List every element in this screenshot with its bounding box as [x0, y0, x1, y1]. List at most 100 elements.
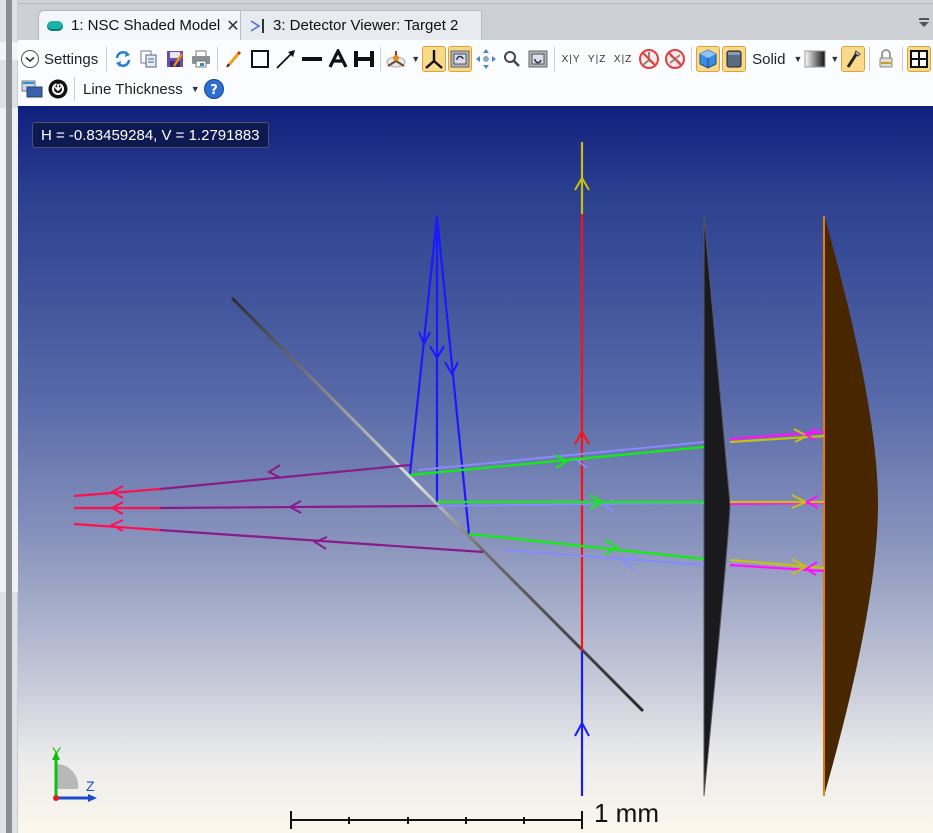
- rotate-axes-icon: [386, 51, 406, 68]
- hide-rays-button[interactable]: [637, 46, 661, 72]
- toolbar-row-2: Line Thickness ▼ ?: [18, 74, 227, 104]
- axis-x-dot: [53, 795, 59, 801]
- shaded-render-toggle[interactable]: [696, 46, 721, 72]
- draw-text-button[interactable]: [326, 46, 350, 72]
- view-yz-button[interactable]: Y|Z: [585, 46, 609, 72]
- view-xy-button[interactable]: X|Y: [559, 46, 583, 72]
- ray-purple-upper: [159, 463, 411, 491]
- tab-label: 3: Detector Viewer: Target 2: [273, 17, 459, 34]
- line-thickness-label: Line Thickness: [83, 80, 183, 98]
- dark-lens: [703, 214, 731, 797]
- ray-arrow: [604, 539, 619, 556]
- splitter-handle[interactable]: [6, 0, 12, 833]
- tab-overflow-menu-icon[interactable]: [919, 18, 929, 28]
- cube-icon: [699, 49, 717, 69]
- shaded-model-viewport[interactable]: H = -0.83459284, V = 1.2791883 Y Z 1 mm: [18, 106, 933, 833]
- ray-lightblue-mid: [436, 502, 705, 507]
- ray-arrow: [266, 464, 282, 479]
- tab-nsc-shaded-model[interactable]: 1: NSC Shaded Model ✕: [38, 10, 260, 40]
- help-icon: ?: [203, 79, 224, 99]
- auto-update-button[interactable]: [46, 76, 70, 102]
- help-button[interactable]: ?: [202, 76, 226, 102]
- fit-window-icon: [910, 50, 929, 68]
- arrow-icon: [276, 50, 296, 69]
- draw-line-button[interactable]: [300, 46, 324, 72]
- chevron-down-icon: ▼: [793, 54, 803, 64]
- axis-label-z: Z: [86, 778, 95, 794]
- settings-label: Settings: [44, 50, 99, 68]
- hide-lens-button[interactable]: [663, 46, 687, 72]
- tab-label: 1: NSC Shaded Model: [71, 17, 221, 34]
- view-xy-label: X|Y: [561, 53, 581, 65]
- toolbar-separator: [380, 47, 382, 71]
- toolbar-separator: [691, 47, 693, 71]
- draw-dimension-button[interactable]: [352, 46, 376, 72]
- pan-icon: [476, 49, 497, 69]
- line-thickness-dropdown[interactable]: Line Thickness ▼: [79, 76, 200, 102]
- ray-arrow: [109, 519, 124, 532]
- pencil-icon: [226, 50, 242, 68]
- close-icon[interactable]: ✕: [226, 16, 239, 35]
- render-mode-dropdown[interactable]: Solid ▼: [748, 46, 802, 72]
- fit-window-toggle[interactable]: [907, 46, 932, 72]
- color-gradient-dropdown[interactable]: ▼: [804, 46, 839, 72]
- square-icon: [726, 50, 742, 68]
- zoom-button[interactable]: [500, 46, 524, 72]
- hide-lens-icon: [665, 49, 686, 69]
- lighting-toggle[interactable]: [841, 46, 866, 72]
- background-toggle[interactable]: [722, 46, 747, 72]
- copy-button[interactable]: [137, 46, 161, 72]
- detector-viewer-icon: [250, 18, 264, 33]
- view-xz-button[interactable]: X|Z: [611, 46, 635, 72]
- print-icon: [192, 50, 211, 68]
- rotate-view-toggle[interactable]: [448, 46, 473, 72]
- ray-purple-lower: [159, 528, 484, 554]
- svg-text:?: ?: [210, 83, 218, 98]
- nsc-shaded-model-icon: [47, 20, 63, 31]
- coordinate-readout: H = -0.83459284, V = 1.2791883: [32, 122, 269, 148]
- tab-bar: 1: NSC Shaded Model ✕ 3: Detector Viewer…: [18, 4, 933, 40]
- draw-arrow-button[interactable]: [274, 46, 298, 72]
- reset-view-icon: [528, 50, 548, 68]
- axis-z-arrow: [88, 794, 97, 802]
- save-icon: [167, 51, 184, 67]
- render-mode-label: Solid: [752, 50, 786, 68]
- draw-rectangle-button[interactable]: [248, 46, 272, 72]
- show-axes-toggle[interactable]: [422, 46, 447, 72]
- reset-view-button[interactable]: [526, 46, 550, 72]
- copy-icon: [140, 50, 157, 68]
- optical-scene: [52, 142, 878, 829]
- hide-rays-icon: [639, 49, 660, 69]
- ray-arrow: [804, 561, 818, 576]
- toolbar-separator: [869, 47, 871, 71]
- line-icon: [302, 57, 323, 61]
- toolbar-separator: [74, 77, 75, 101]
- scale-bar-label: 1 mm: [594, 798, 659, 828]
- window-layout-button[interactable]: [20, 76, 44, 102]
- lock-button[interactable]: [874, 46, 898, 72]
- view-xz-label: X|Z: [613, 53, 633, 65]
- refresh-button[interactable]: [111, 46, 135, 72]
- chevron-down-icon: ▼: [190, 84, 200, 94]
- chevron-down-icon: ▼: [411, 54, 421, 64]
- axis-label-y: Y: [52, 744, 62, 760]
- window-layout-icon: [21, 80, 43, 98]
- ray-purple-mid: [159, 504, 438, 510]
- lock-icon: [879, 49, 893, 68]
- toolbar-separator: [217, 47, 219, 71]
- print-button[interactable]: [189, 46, 213, 72]
- tab-detector-viewer[interactable]: 3: Detector Viewer: Target 2: [240, 10, 482, 40]
- gradient-icon: [804, 50, 826, 68]
- axes-icon: [425, 50, 443, 69]
- settings-button[interactable]: Settings: [20, 46, 102, 72]
- brown-lens: [824, 215, 878, 796]
- axis-triad-arc: [56, 763, 79, 789]
- rotate-axes-dropdown[interactable]: ▼: [385, 46, 420, 72]
- toolbar-separator: [902, 47, 904, 71]
- chevron-down-icon: ▼: [830, 54, 840, 64]
- text-icon: [328, 49, 348, 68]
- save-button[interactable]: [163, 46, 187, 72]
- pan-button[interactable]: [474, 46, 498, 72]
- draw-pencil-button[interactable]: [222, 46, 246, 72]
- ray-lightblue-lower: [502, 549, 705, 566]
